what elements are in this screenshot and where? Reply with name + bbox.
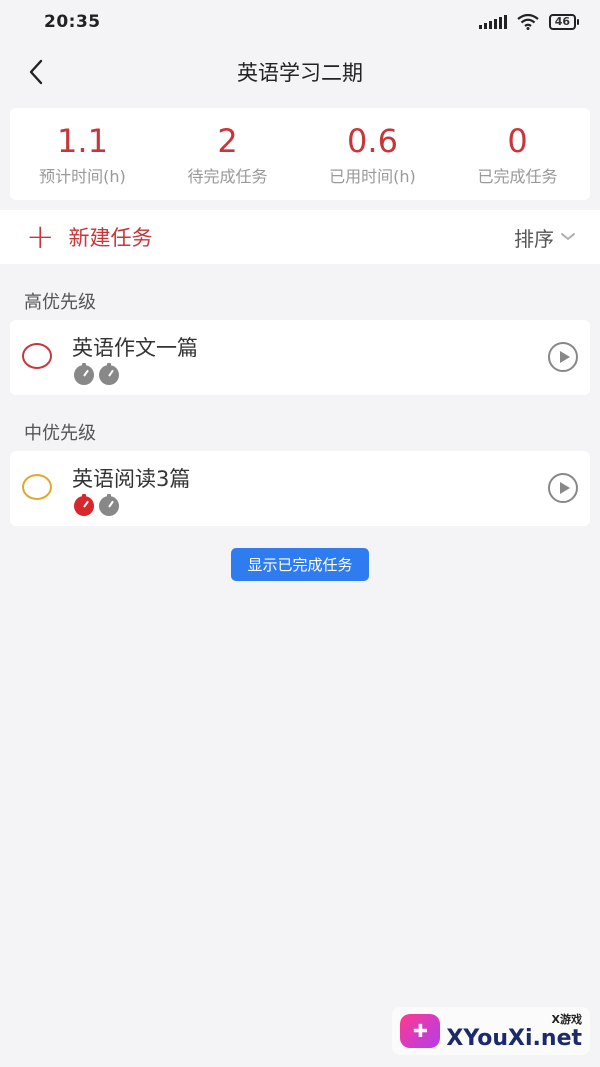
stat-pending-tasks: 2 待完成任务 [155,121,300,187]
stat-used-time: 0.6 已用时间(h) [300,121,445,187]
play-icon [559,351,570,363]
section-title-high-priority: 高优先级 [24,292,96,313]
task-name: 英语阅读3篇 [72,467,191,491]
chevron-left-icon [29,59,43,85]
watermark-big: XYouXi.net [446,1026,582,1051]
new-task-label: 新建任务 [68,226,153,250]
task-card[interactable]: 英语阅读3篇 [10,451,590,526]
stopwatch-icon [99,494,119,516]
gamepad-logo-icon: ✚ [400,1014,441,1048]
watermark-text: X游戏 XYouXi.net [446,1011,582,1051]
task-complete-radio[interactable] [22,474,52,500]
back-button[interactable] [18,54,54,90]
pomodoro-indicators [74,363,119,385]
stats-card: 1.1 预计时间(h) 2 待完成任务 0.6 已用时间(h) 0 已完成任务 [10,108,590,200]
start-task-button[interactable] [548,473,578,503]
page-title: 英语学习二期 [237,61,363,85]
stat-completed-tasks: 0 已完成任务 [445,121,590,187]
stat-value: 0 [507,122,528,160]
stat-value: 2 [217,122,238,160]
stat-value: 1.1 [57,122,108,160]
start-task-button[interactable] [548,342,578,372]
status-bar: 20:35 46 [0,0,600,44]
app-header: 英语学习二期 [0,44,600,100]
battery-icon: 46 [548,14,580,30]
status-icons: 46 [478,14,580,30]
task-toolbar: + 新建任务 排序 [0,210,600,264]
task-complete-radio[interactable] [22,343,52,369]
stopwatch-icon [99,363,119,385]
stat-label: 已用时间(h) [329,167,416,186]
stopwatch-icon [74,494,94,516]
signal-icon [478,15,507,29]
task-name: 英语作文一篇 [72,336,198,360]
sort-button[interactable]: 排序 [514,223,576,252]
show-completed-button[interactable]: 显示已完成任务 [231,548,369,581]
task-card[interactable]: 英语作文一篇 [10,320,590,395]
wifi-icon [517,14,539,30]
stat-value: 0.6 [347,122,398,160]
new-task-button[interactable]: + 新建任务 [26,217,153,257]
stopwatch-icon [74,363,94,385]
watermark: ✚ X游戏 XYouXi.net [392,1007,590,1055]
pomodoro-indicators [74,494,119,516]
sort-label: 排序 [514,226,554,251]
status-time: 20:35 [44,12,101,32]
section-title-medium-priority: 中优先级 [24,423,96,444]
stat-label: 待完成任务 [187,167,268,186]
stat-estimated-time: 1.1 预计时间(h) [10,121,155,187]
watermark-small: X游戏 [551,1013,582,1026]
stat-label: 已完成任务 [477,167,558,186]
plus-icon: + [26,217,55,257]
stat-label: 预计时间(h) [39,167,126,186]
play-icon [559,482,570,494]
show-done-container: 显示已完成任务 [0,548,600,581]
chevron-down-icon [561,233,575,241]
